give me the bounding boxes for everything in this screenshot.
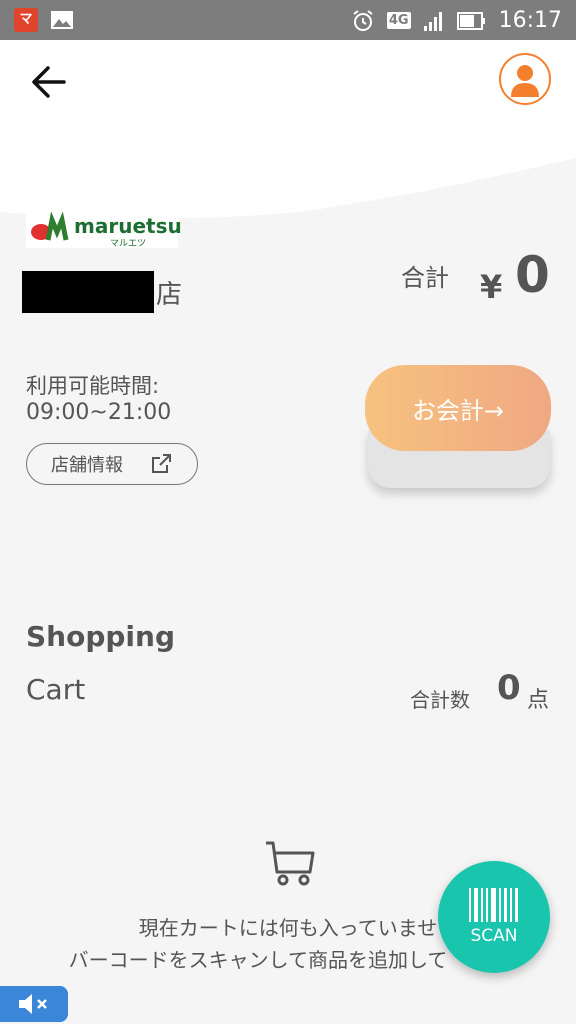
account-avatar-button[interactable] — [499, 53, 551, 105]
speaker-muted-icon — [19, 994, 47, 1014]
checkout-label: お会計→ — [411, 396, 505, 425]
section-title: Shopping — [26, 620, 175, 653]
scan-label: SCAN — [470, 926, 518, 946]
back-arrow-icon[interactable] — [28, 62, 72, 102]
status-bar: マ 4G 16:17 — [0, 0, 576, 40]
scan-button[interactable]: SCAN — [438, 861, 550, 973]
logo-subtext: マルエツ — [110, 239, 147, 249]
battery-icon — [456, 11, 485, 30]
item-count-label: 合計数 — [410, 688, 470, 712]
currency-symbol: ¥ — [480, 268, 503, 306]
alarm-icon — [353, 9, 373, 31]
logo-text: maruetsu — [74, 214, 182, 238]
header — [0, 40, 576, 240]
external-link-icon — [152, 454, 171, 473]
image-icon — [51, 11, 73, 29]
clock: 16:17 — [498, 8, 562, 33]
store-info-button[interactable]: 店舗情報 — [26, 443, 198, 485]
total-amount: 0 — [515, 246, 550, 304]
redacted-store-name — [22, 271, 154, 313]
barcode-icon — [469, 888, 518, 922]
user-avatar-icon — [511, 65, 539, 97]
store-info-label: 店舗情報 — [51, 455, 123, 476]
checkout-button[interactable]: お会計→ — [365, 365, 551, 451]
network-type: 4G — [386, 12, 411, 29]
hours-label: 利用可能時間: — [26, 374, 160, 398]
store-logo: maruetsu マルエツ — [26, 211, 182, 249]
section-subtitle: Cart — [26, 673, 86, 706]
mute-toggle[interactable] — [0, 986, 68, 1022]
total-label: 合計 — [401, 264, 449, 292]
hours-value: 09:00~21:00 — [26, 400, 172, 425]
app-notification-icon: マ — [14, 8, 38, 32]
signal-icon — [423, 11, 442, 31]
item-count-value: 0 — [497, 668, 521, 708]
store-name: 店 — [22, 270, 182, 314]
store-name-suffix: 店 — [156, 279, 183, 310]
item-count-unit: 点 — [527, 688, 550, 713]
cart-icon — [266, 841, 315, 886]
